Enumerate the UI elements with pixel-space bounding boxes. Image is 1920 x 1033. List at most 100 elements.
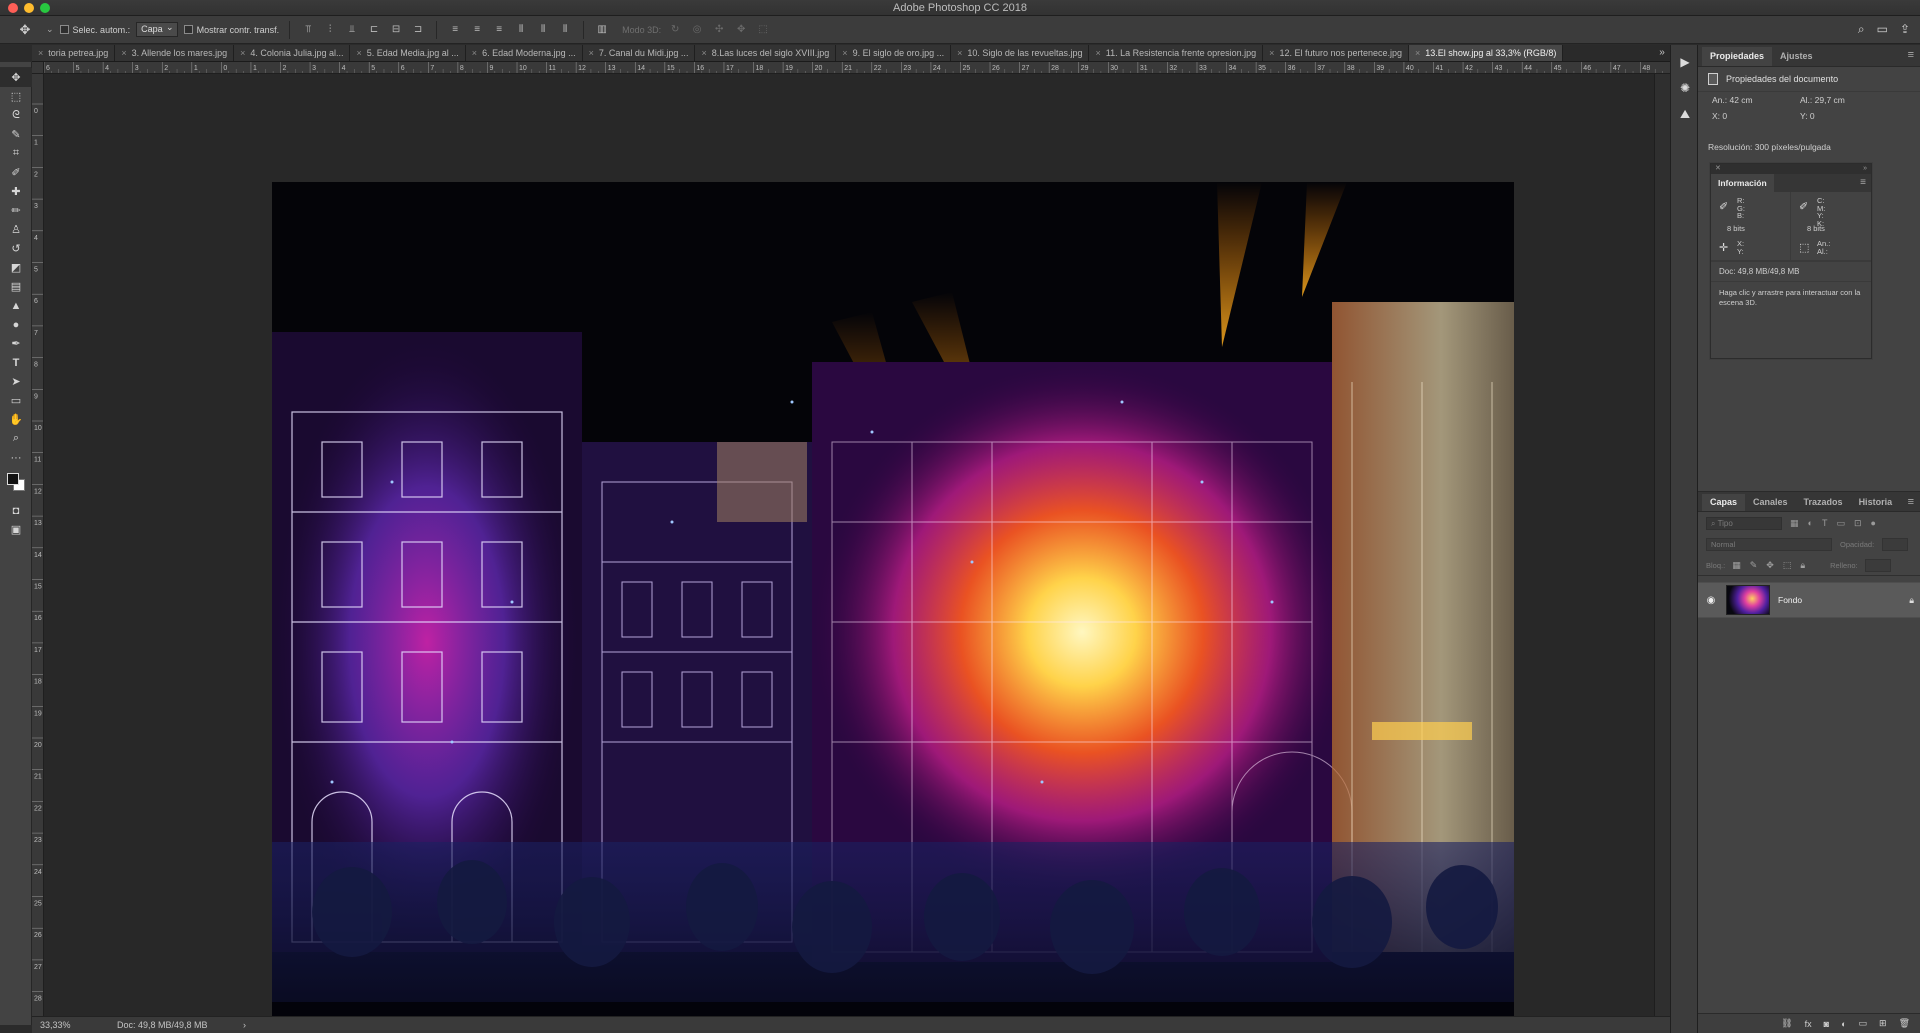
doc-tab[interactable]: × toria petrea.jpg	[32, 45, 116, 61]
doc-tab[interactable]: × 13.El show.jpg al 33,3% (RGB/8)	[1409, 45, 1564, 61]
align-left-icon[interactable]: ⊏	[366, 22, 382, 38]
doc-tab[interactable]: × 9. El siglo de oro.jpg ...	[836, 45, 952, 61]
vertical-ruler[interactable]: 0 1 2 3 4 5 6 7 8 9 10 11 12 13 14 15 16 17 18 19 20 21 22 23 24…	[32, 74, 44, 1025]
path-select-tool-icon[interactable]: ➤	[0, 372, 32, 391]
screen-mode-icon[interactable]: ▣	[0, 520, 32, 539]
filter-type-icon[interactable]: T	[1822, 518, 1828, 529]
layer-name[interactable]: Fondo	[1778, 595, 1901, 605]
doc-tab[interactable]: × 8.Las luces del siglo XVIII.jpg	[695, 45, 837, 61]
filter-pixel-icon[interactable]: ▦	[1790, 518, 1799, 529]
lock-position-icon[interactable]: ✥	[1766, 560, 1774, 571]
roll-3d-icon[interactable]: ◎	[689, 22, 705, 38]
lasso-tool-icon[interactable]: ᘓ	[0, 106, 32, 125]
align-vcenter-icon[interactable]: ⫶	[322, 22, 338, 38]
adjust-light-icon[interactable]: ✺	[1671, 75, 1699, 101]
close-tab-icon[interactable]: ×	[589, 45, 594, 61]
delete-layer-icon[interactable]: 🗑︎	[1899, 1018, 1910, 1029]
filter-shape-icon[interactable]: ▭	[1836, 518, 1845, 529]
close-tab-icon[interactable]: ×	[472, 45, 477, 61]
doc-tab[interactable]: × 11. La Resistencia frente opresion.jpg	[1089, 45, 1264, 61]
zoom-window-button[interactable]	[40, 3, 50, 13]
layer-filter-input[interactable]: ⌕ Tipo	[1706, 516, 1782, 530]
tab-info[interactable]: Información	[1711, 174, 1774, 192]
close-tab-icon[interactable]: ×	[1095, 45, 1100, 61]
doc-tab[interactable]: × 3. Allende los mares.jpg	[115, 45, 235, 61]
gradient-tool-icon[interactable]: ▤	[0, 277, 32, 296]
doc-tab[interactable]: × 5. Edad Media.jpg al ...	[350, 45, 466, 61]
healing-tool-icon[interactable]: ✚	[0, 182, 32, 201]
more-tabs-icon[interactable]: »	[1654, 45, 1670, 61]
foreground-color-swatch[interactable]	[7, 473, 19, 485]
close-tab-icon[interactable]: ×	[356, 45, 361, 61]
tool-preset-chevron-icon[interactable]: ⌄	[46, 24, 54, 35]
close-tab-icon[interactable]: ×	[957, 45, 962, 61]
eyedropper-tool-icon[interactable]: ✐	[0, 163, 32, 182]
distribute-top-icon[interactable]: ≡	[447, 22, 463, 38]
move-tool-icon[interactable]: ✥	[0, 68, 32, 87]
filter-smart-icon[interactable]: ⊡	[1854, 518, 1862, 529]
pen-tool-icon[interactable]: ✒	[0, 334, 32, 353]
distribute-bottom-icon[interactable]: ≡	[491, 22, 507, 38]
layer-style-icon[interactable]: fx	[1805, 1019, 1812, 1029]
share-icon[interactable]: ⇪	[1900, 22, 1910, 37]
quick-mask-icon[interactable]: ◘	[0, 501, 32, 520]
orbit-3d-icon[interactable]: ↻	[667, 22, 683, 38]
tab-historia[interactable]: Historia	[1851, 494, 1901, 511]
marquee-tool-icon[interactable]: ⬚	[0, 87, 32, 106]
new-group-icon[interactable]: ▭	[1859, 1018, 1868, 1029]
color-swatches[interactable]	[0, 467, 32, 501]
filter-adjust-icon[interactable]: ◐	[1808, 518, 1813, 529]
auto-align-icon[interactable]: ▥	[594, 22, 610, 38]
collapse-panel-icon[interactable]: »	[1863, 164, 1867, 174]
new-layer-icon[interactable]: ⊞	[1879, 1018, 1887, 1029]
distribute-right-icon[interactable]: ⦀	[557, 22, 573, 38]
distribute-hcenter-icon[interactable]: ⦀	[535, 22, 551, 38]
close-tab-icon[interactable]: ×	[842, 45, 847, 61]
adjustment-layer-icon[interactable]: ◐	[1841, 1019, 1846, 1029]
add-mask-icon[interactable]: ◙	[1824, 1019, 1829, 1029]
history-brush-tool-icon[interactable]: ↺	[0, 239, 32, 258]
layers-menu-icon[interactable]: ≡	[1908, 496, 1914, 508]
lock-artboard-icon[interactable]: ⬚	[1783, 560, 1792, 571]
auto-select-checkbox[interactable]: Selec. autom.:	[59, 25, 130, 35]
distribute-left-icon[interactable]: ⦀	[513, 22, 529, 38]
document-image[interactable]	[272, 182, 1514, 1033]
doc-tab[interactable]: × 6. Edad Moderna.jpg ...	[465, 45, 583, 61]
tab-adjustments[interactable]: Ajustes	[1772, 47, 1821, 66]
doc-width[interactable]: An.: 42 cm	[1712, 95, 1800, 105]
align-bottom-icon[interactable]: ⫫	[344, 22, 360, 38]
slide-3d-icon[interactable]: ✥	[733, 22, 749, 38]
vertical-scrollbar[interactable]	[1654, 74, 1670, 1016]
lock-all-icon[interactable]: 🔒︎	[1800, 560, 1805, 571]
clone-stamp-tool-icon[interactable]: ♙	[0, 220, 32, 239]
play-actions-icon[interactable]: ▶	[1671, 49, 1699, 75]
align-top-icon[interactable]: ⫪	[300, 22, 316, 38]
close-panel-icon[interactable]: ✕	[1715, 164, 1721, 174]
scene-3d-icon[interactable]: ⛰	[1671, 101, 1699, 127]
move-icon[interactable]: ✥	[10, 20, 40, 40]
close-window-button[interactable]	[8, 3, 18, 13]
visibility-eye-icon[interactable]: ◉	[1704, 595, 1718, 606]
scale-3d-icon[interactable]: ⬚	[755, 22, 771, 38]
eyedropper-cmyk-icon[interactable]: ✐	[1799, 200, 1808, 213]
doc-tab[interactable]: × 7. Canal du Midi.jpg ...	[582, 45, 696, 61]
dodge-tool-icon[interactable]: ●	[0, 315, 32, 334]
panel-menu-icon[interactable]: ≡	[1908, 49, 1914, 61]
auto-select-dropdown[interactable]: Capa	[136, 21, 178, 37]
lock-pixels-icon[interactable]: ▦	[1732, 560, 1741, 571]
close-tab-icon[interactable]: ×	[1415, 45, 1420, 61]
doc-tab[interactable]: × 10. Siglo de las revueltas.jpg	[951, 45, 1090, 61]
tab-canales[interactable]: Canales	[1745, 494, 1796, 511]
search-icon[interactable]: ⌕	[1858, 22, 1865, 37]
fill-input[interactable]	[1864, 558, 1891, 572]
close-tab-icon[interactable]: ×	[701, 45, 706, 61]
status-menu-icon[interactable]: ›	[243, 1017, 246, 1033]
canvas-area[interactable]	[44, 74, 1654, 1033]
doc-height[interactable]: Al.: 29,7 cm	[1800, 95, 1888, 105]
blend-mode-select[interactable]: Normal	[1706, 538, 1832, 551]
show-transform-checkbox[interactable]: Mostrar contr. transf.	[183, 25, 279, 35]
layer-row[interactable]: ◉ Fondo 🔒︎	[1698, 582, 1920, 618]
minimize-window-button[interactable]	[24, 3, 34, 13]
tab-trazados[interactable]: Trazados	[1796, 494, 1851, 511]
zoom-level[interactable]: 33,33%	[40, 1017, 71, 1033]
